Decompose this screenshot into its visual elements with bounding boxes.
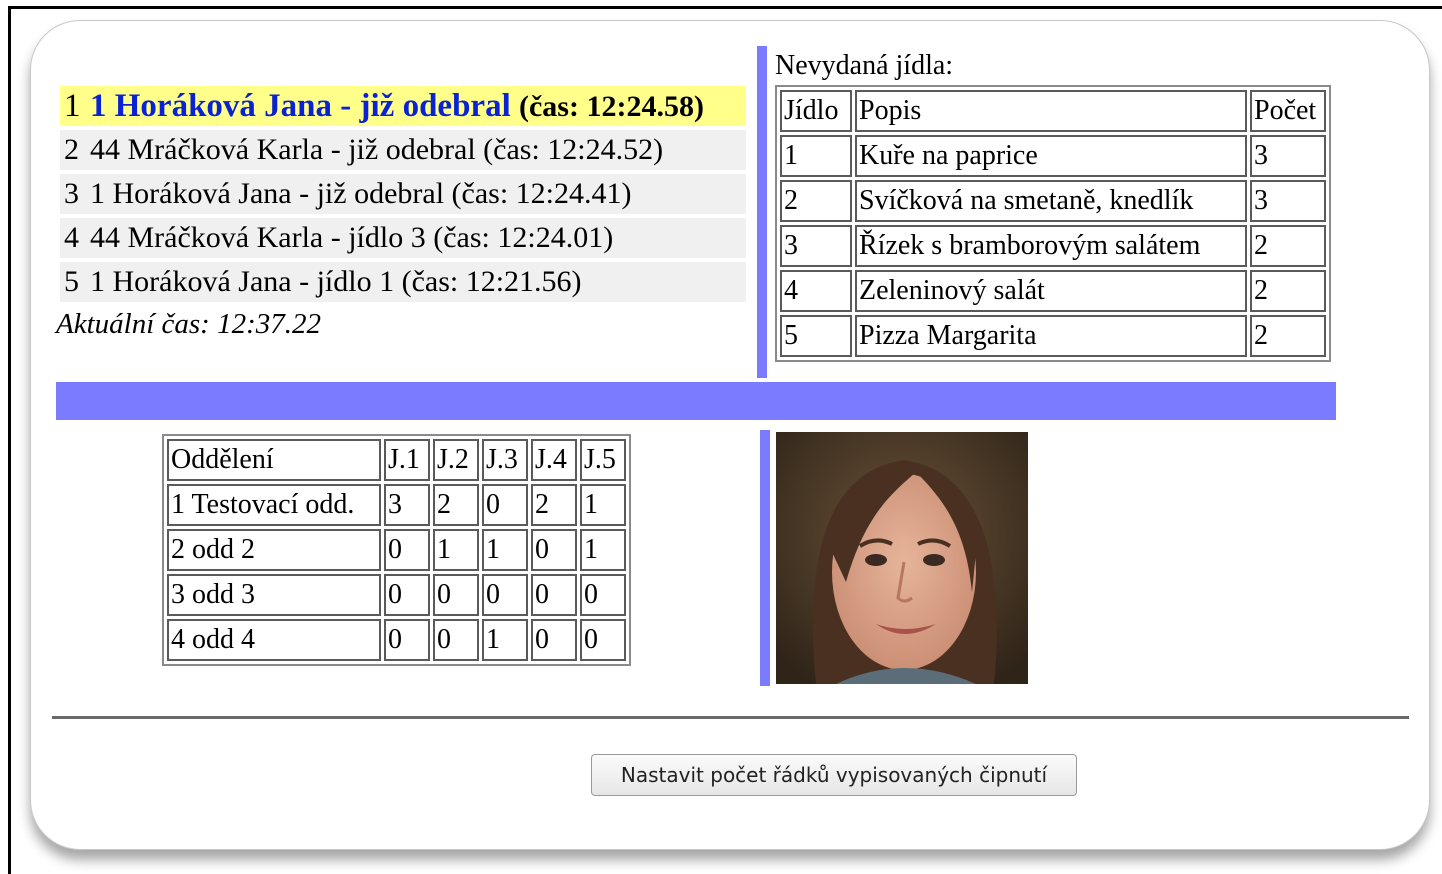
vertical-divider-top — [757, 46, 767, 378]
chip-index: 3 — [64, 177, 79, 210]
horizontal-rule — [52, 716, 1409, 719]
dept-header-cell: J.5 — [580, 439, 626, 481]
table-row: 1 Testovací odd. 3 2 0 2 1 — [167, 484, 626, 526]
dept-count: 0 — [384, 529, 430, 571]
meals-header-cell: Jídlo — [780, 90, 852, 132]
meal-description: Kuře na paprice — [855, 135, 1247, 177]
meal-id: 4 — [780, 270, 852, 312]
set-row-count-button[interactable]: Nastavit počet řádků vypisovaných čipnut… — [591, 754, 1077, 796]
meals-table: Jídlo Popis Počet 1 Kuře na paprice 3 2 … — [775, 85, 1331, 362]
meal-count: 2 — [1250, 315, 1326, 357]
table-row: 2 Svíčková na smetaně, knedlík 3 — [780, 180, 1326, 222]
dept-count: 2 — [531, 484, 577, 526]
departments-table: Oddělení J.1 J.2 J.3 J.4 J.5 1 Testovací… — [162, 434, 631, 666]
meal-count: 3 — [1250, 135, 1326, 177]
table-row: 2 odd 2 0 1 1 0 1 — [167, 529, 626, 571]
table-row: 1 Kuře na paprice 3 — [780, 135, 1326, 177]
chip-list: 1 1 Horáková Jana - již odebral (čas: 12… — [60, 86, 746, 306]
chip-text: 1 Horáková Jana - již odebral (čas: 12:2… — [90, 177, 632, 210]
vertical-divider-bottom — [760, 430, 770, 686]
dept-name: 2 odd 2 — [167, 529, 381, 571]
current-time: Aktuální čas: 12:37.22 — [56, 308, 321, 340]
horizontal-divider — [56, 382, 1336, 420]
chip-index: 4 — [64, 221, 79, 254]
dept-count: 1 — [433, 529, 479, 571]
meal-id: 5 — [780, 315, 852, 357]
dept-header-cell: Oddělení — [167, 439, 381, 481]
meal-description: Svíčková na smetaně, knedlík — [855, 180, 1247, 222]
person-photo — [776, 432, 1028, 684]
chip-time: (čas: 12:24.58) — [518, 89, 704, 123]
dept-count: 1 — [482, 529, 528, 571]
meals-header-cell: Počet — [1250, 90, 1326, 132]
meal-id: 3 — [780, 225, 852, 267]
meal-description: Zeleninový salát — [855, 270, 1247, 312]
dept-count: 1 — [482, 619, 528, 661]
chip-index: 1 — [60, 86, 90, 126]
chip-row-active: 1 1 Horáková Jana - již odebral (čas: 12… — [60, 86, 746, 126]
table-row: 4 Zeleninový salát 2 — [780, 270, 1326, 312]
chip-text: 44 Mráčková Karla - jídlo 3 (čas: 12:24.… — [90, 221, 614, 254]
table-row: 5 Pizza Margarita 2 — [780, 315, 1326, 357]
chip-row: 3 1 Horáková Jana - již odebral (čas: 12… — [60, 174, 746, 214]
dept-header-cell: J.4 — [531, 439, 577, 481]
dept-count: 0 — [531, 619, 577, 661]
meals-label: Nevydaná jídla: — [775, 50, 954, 81]
departments-header-row: Oddělení J.1 J.2 J.3 J.4 J.5 — [167, 439, 626, 481]
meal-id: 2 — [780, 180, 852, 222]
dept-header-cell: J.2 — [433, 439, 479, 481]
chip-row: 2 44 Mráčková Karla - již odebral (čas: … — [60, 130, 746, 170]
dept-count: 0 — [384, 619, 430, 661]
dept-count: 0 — [531, 529, 577, 571]
dept-count: 0 — [580, 574, 626, 616]
dept-name: 3 odd 3 — [167, 574, 381, 616]
chip-row: 4 44 Mráčková Karla - jídlo 3 (čas: 12:2… — [60, 218, 746, 258]
portrait-image — [776, 432, 1028, 684]
chip-index: 2 — [64, 133, 79, 166]
chip-text: 44 Mráčková Karla - již odebral (čas: 12… — [90, 133, 664, 166]
dept-count: 0 — [482, 574, 528, 616]
table-row: 4 odd 4 0 0 1 0 0 — [167, 619, 626, 661]
table-row: 3 odd 3 0 0 0 0 0 — [167, 574, 626, 616]
dept-count: 0 — [433, 619, 479, 661]
dept-count: 1 — [580, 484, 626, 526]
chip-text: 1 Horáková Jana - již odebral (čas: 12:2… — [90, 86, 704, 127]
dept-name: 4 odd 4 — [167, 619, 381, 661]
dept-count: 2 — [433, 484, 479, 526]
dept-header-cell: J.3 — [482, 439, 528, 481]
dept-count: 3 — [384, 484, 430, 526]
dept-count: 0 — [482, 484, 528, 526]
meal-count: 2 — [1250, 225, 1326, 267]
chip-person: 1 Horáková Jana - již odebral — [90, 87, 511, 124]
dept-count: 0 — [531, 574, 577, 616]
table-row: 3 Řízek s bramborovým salátem 2 — [780, 225, 1326, 267]
dept-count: 1 — [580, 529, 626, 571]
dept-count: 0 — [433, 574, 479, 616]
meal-description: Pizza Margarita — [855, 315, 1247, 357]
meals-header-cell: Popis — [855, 90, 1247, 132]
dept-count: 0 — [384, 574, 430, 616]
dept-header-cell: J.1 — [384, 439, 430, 481]
meal-count: 3 — [1250, 180, 1326, 222]
dept-name: 1 Testovací odd. — [167, 484, 381, 526]
meal-description: Řízek s bramborovým salátem — [855, 225, 1247, 267]
dept-count: 0 — [580, 619, 626, 661]
meal-count: 2 — [1250, 270, 1326, 312]
chip-text: 1 Horáková Jana - jídlo 1 (čas: 12:21.56… — [90, 265, 582, 298]
meals-header-row: Jídlo Popis Počet — [780, 90, 1326, 132]
meal-id: 1 — [780, 135, 852, 177]
chip-index: 5 — [64, 265, 79, 298]
chip-row: 5 1 Horáková Jana - jídlo 1 (čas: 12:21.… — [60, 262, 746, 302]
